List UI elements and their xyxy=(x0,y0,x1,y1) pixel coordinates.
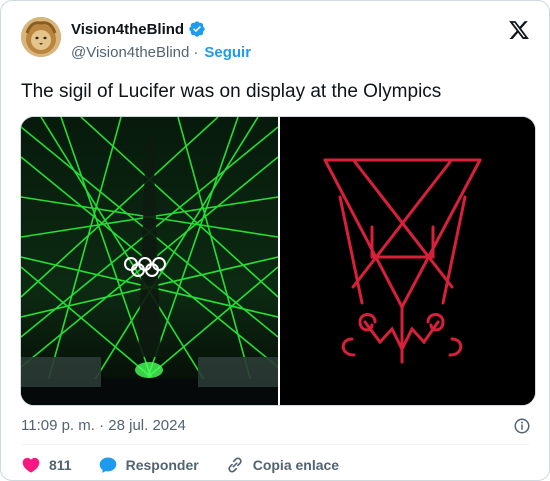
sigil-image xyxy=(280,117,535,405)
link-icon xyxy=(228,457,242,473)
author-name-row: Vision4theBlind xyxy=(71,20,206,38)
author-handle-row: @Vision4theBlind · Seguir xyxy=(71,44,251,61)
follow-button[interactable]: Seguir xyxy=(204,44,251,61)
media-grid xyxy=(20,116,536,406)
reply-label: Responder xyxy=(125,457,199,473)
lion-avatar-icon xyxy=(21,17,61,57)
divider xyxy=(21,444,529,445)
tweet-card: Vision4theBlind @Vision4theBlind · Segui… xyxy=(0,0,550,481)
like-count: 811 xyxy=(49,457,72,473)
avatar[interactable] xyxy=(21,17,61,57)
separator-dot: · xyxy=(193,44,199,61)
laser-show-image xyxy=(21,117,279,405)
media-image-sigil[interactable] xyxy=(280,117,535,405)
author-display-name[interactable]: Vision4theBlind xyxy=(71,21,184,38)
like-button[interactable]: 811 xyxy=(21,455,72,475)
copy-link-button[interactable]: Copia enlace xyxy=(225,455,339,475)
reply-button[interactable]: Responder xyxy=(98,455,199,475)
action-bar: 811 Responder Copia enlace xyxy=(21,454,365,476)
author-handle[interactable]: @Vision4theBlind xyxy=(71,44,189,61)
x-logo-icon[interactable] xyxy=(508,19,530,41)
copy-link-label: Copia enlace xyxy=(252,457,340,473)
verified-badge-icon xyxy=(189,21,205,37)
tweet-text: The sigil of Lucifer was on display at t… xyxy=(21,81,442,102)
media-image-laser-show[interactable] xyxy=(21,117,279,405)
reply-bubble-icon xyxy=(99,457,116,473)
tweet-timestamp[interactable]: 11:09 p. m. · 28 jul. 2024 xyxy=(21,417,186,434)
heart-icon xyxy=(22,457,40,473)
info-icon[interactable] xyxy=(513,417,531,435)
